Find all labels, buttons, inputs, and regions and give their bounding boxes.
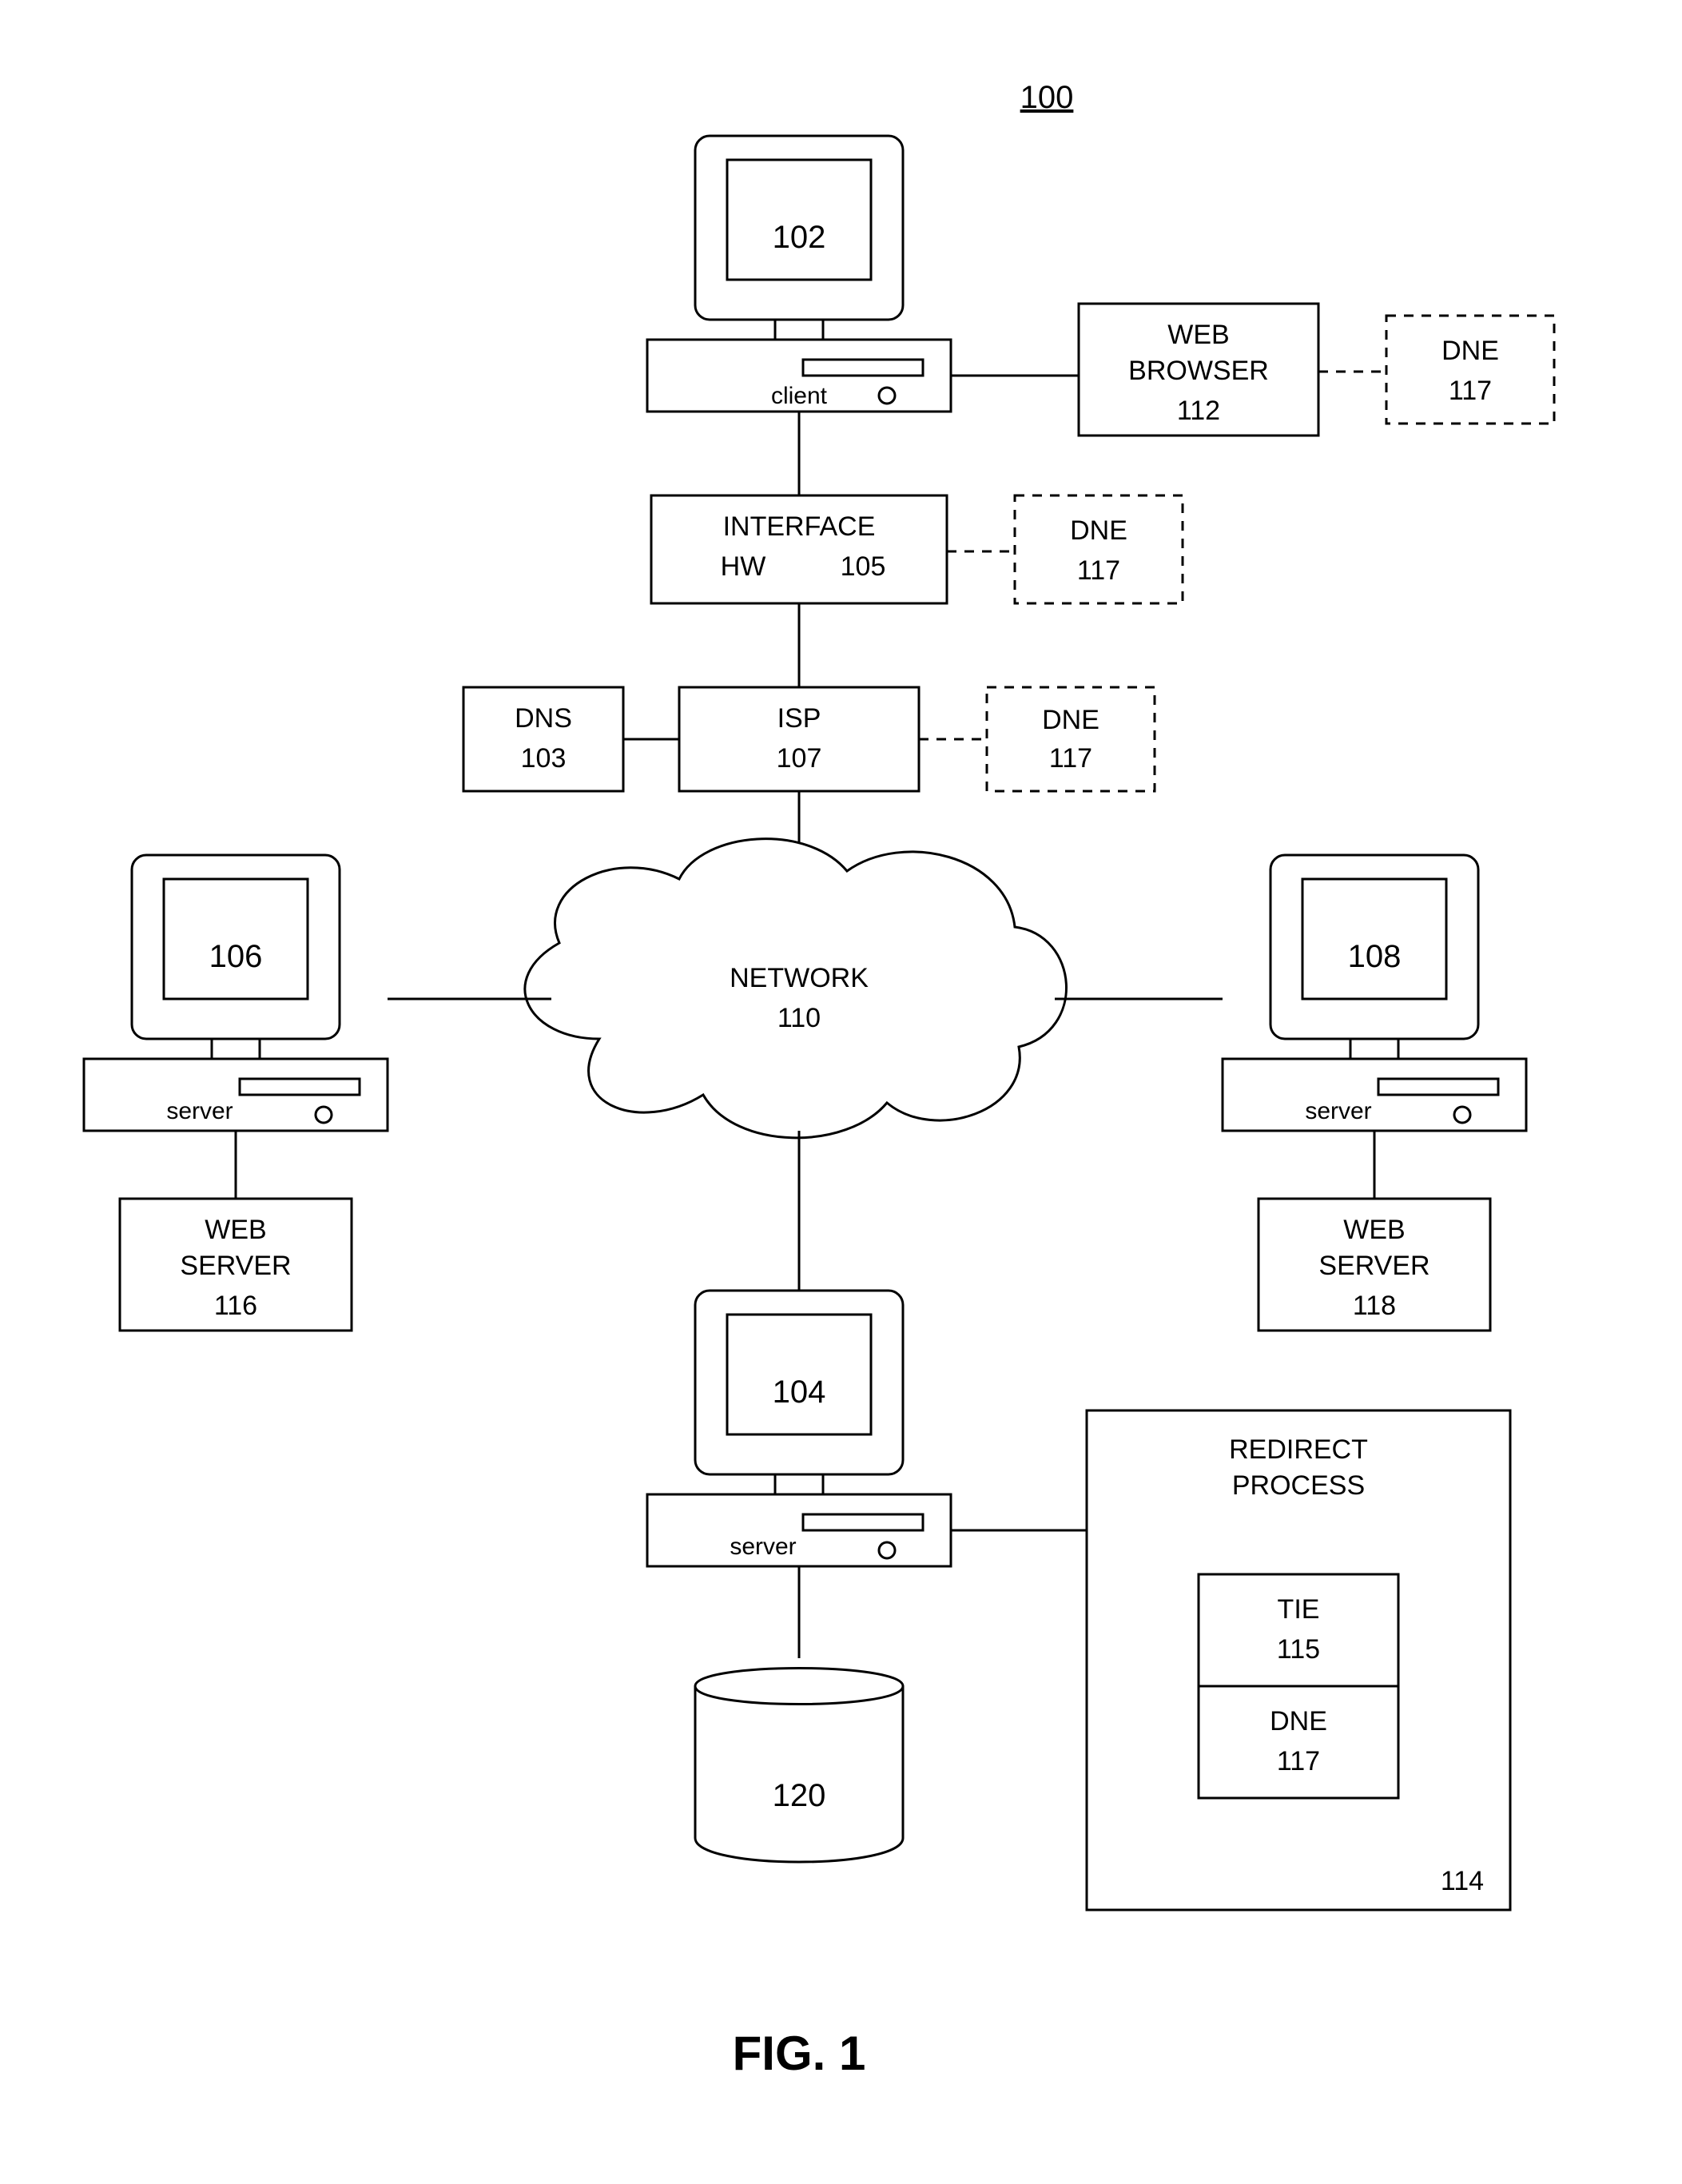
- svg-text:server: server: [730, 1534, 796, 1560]
- figure-ref: 100: [1020, 80, 1074, 115]
- diagram-canvas: 100 102 client WEB BROWSER 112 DNE 117 I…: [0, 0, 1682, 2184]
- dne-box-top: DNE 117: [1386, 316, 1554, 424]
- svg-text:118: 118: [1353, 1291, 1396, 1321]
- redirect-process-box: REDIRECT PROCESS TIE 115 DNE 117 114: [1087, 1410, 1510, 1910]
- web-browser-box: WEB BROWSER 112: [1079, 304, 1318, 436]
- figure-label: FIG. 1: [733, 2027, 866, 2080]
- svg-text:WEB: WEB: [205, 1215, 266, 1245]
- client-label: client: [771, 383, 828, 409]
- svg-text:INTERFACE: INTERFACE: [723, 511, 876, 542]
- svg-text:DNE: DNE: [1441, 336, 1499, 366]
- database-cylinder: 120: [695, 1669, 903, 1863]
- svg-text:DNE: DNE: [1270, 1706, 1327, 1736]
- svg-text:117: 117: [1277, 1746, 1320, 1776]
- svg-text:103: 103: [521, 743, 567, 774]
- svg-text:SERVER: SERVER: [180, 1251, 291, 1281]
- server-right: 108 server: [1223, 855, 1526, 1131]
- svg-text:DNE: DNE: [1042, 705, 1099, 735]
- svg-text:117: 117: [1077, 555, 1120, 586]
- client-number: 102: [773, 220, 826, 255]
- svg-text:server: server: [166, 1098, 233, 1124]
- svg-text:107: 107: [777, 743, 822, 774]
- server-left: 106 server: [84, 855, 388, 1131]
- server-bottom: 104 server: [647, 1291, 951, 1566]
- svg-text:REDIRECT: REDIRECT: [1229, 1434, 1368, 1465]
- svg-text:DNS: DNS: [515, 703, 572, 734]
- svg-text:PROCESS: PROCESS: [1232, 1470, 1365, 1501]
- svg-text:WEB: WEB: [1167, 320, 1229, 350]
- svg-text:DNE: DNE: [1070, 515, 1127, 546]
- svg-text:106: 106: [209, 939, 263, 974]
- svg-text:114: 114: [1441, 1866, 1484, 1896]
- svg-text:TIE: TIE: [1278, 1594, 1320, 1625]
- svg-text:SERVER: SERVER: [1318, 1251, 1430, 1281]
- web-server-right-box: WEB SERVER 118: [1259, 1199, 1490, 1331]
- svg-text:105: 105: [841, 551, 886, 582]
- svg-text:120: 120: [773, 1778, 826, 1813]
- dne-box-mid: DNE 117: [1015, 495, 1183, 603]
- svg-text:108: 108: [1348, 939, 1402, 974]
- web-server-left-box: WEB SERVER 116: [120, 1199, 352, 1331]
- network-cloud: NETWORK 110: [525, 839, 1067, 1138]
- isp-box: ISP 107: [679, 687, 919, 791]
- svg-text:server: server: [1305, 1098, 1371, 1124]
- svg-text:116: 116: [214, 1291, 257, 1321]
- svg-text:BROWSER: BROWSER: [1128, 356, 1269, 386]
- svg-text:112: 112: [1177, 396, 1220, 426]
- svg-text:110: 110: [777, 1003, 821, 1033]
- svg-text:NETWORK: NETWORK: [730, 963, 869, 993]
- client-computer: 102 client: [647, 136, 951, 412]
- svg-text:104: 104: [773, 1374, 826, 1410]
- dns-box: DNS 103: [463, 687, 623, 791]
- svg-text:WEB: WEB: [1343, 1215, 1405, 1245]
- svg-text:HW: HW: [721, 551, 766, 582]
- interface-hw-box: INTERFACE HW 105: [651, 495, 947, 603]
- dne-box-bot: DNE 117: [987, 687, 1155, 791]
- svg-text:117: 117: [1049, 743, 1092, 774]
- svg-text:117: 117: [1449, 376, 1492, 406]
- svg-text:115: 115: [1277, 1634, 1320, 1665]
- svg-text:ISP: ISP: [777, 703, 821, 734]
